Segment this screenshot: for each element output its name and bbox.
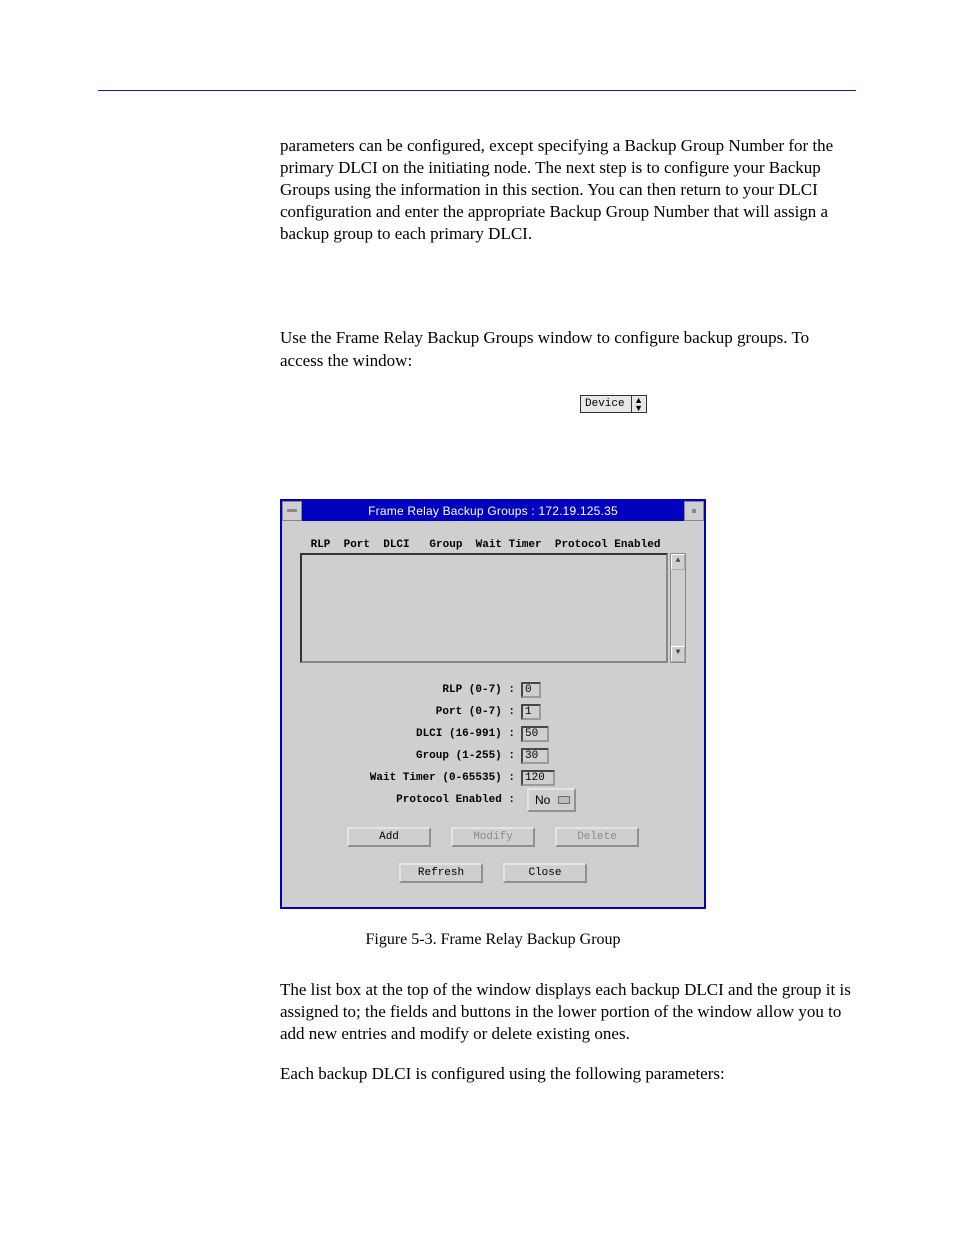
add-button[interactable]: Add	[347, 827, 431, 847]
scroll-down-icon[interactable]: ▼	[671, 646, 685, 662]
modify-button[interactable]: Modify	[451, 827, 535, 847]
menu-updown-icon: ▲▼	[632, 396, 646, 412]
dot-icon	[692, 509, 696, 513]
label-rlp: RLP (0-7) :	[300, 684, 521, 696]
body-text-block-2: The list box at the top of the window di…	[280, 979, 856, 1085]
dash-icon	[287, 509, 297, 512]
row-rlp: RLP (0-7) :	[300, 679, 686, 701]
list-columns-header: RLP Port DLCI Group Wait Timer Protocol …	[300, 537, 686, 553]
device-menu-label: Device	[581, 397, 631, 411]
paragraph-1: parameters can be configured, except spe…	[280, 135, 856, 245]
list-area: ▲ ▼	[300, 553, 686, 663]
form-area: RLP (0-7) : Port (0-7) : DLCI (16-991) :…	[300, 679, 686, 811]
select-protocol-enabled[interactable]: No	[527, 788, 576, 812]
device-button-wrap: Device ▲▼	[580, 390, 856, 413]
window-title: Frame Relay Backup Groups : 172.19.125.3…	[302, 501, 684, 521]
scroll-track[interactable]	[671, 570, 685, 646]
input-wait-timer[interactable]	[521, 770, 555, 786]
label-port: Port (0-7) :	[300, 706, 521, 718]
option-menu-icon	[558, 796, 570, 804]
row-port: Port (0-7) :	[300, 701, 686, 723]
row-wait-timer: Wait Timer (0-65535) :	[300, 767, 686, 789]
label-dlci: DLCI (16-991) :	[300, 728, 521, 740]
paragraph-2: Use the Frame Relay Backup Groups window…	[280, 327, 856, 371]
app-window: Frame Relay Backup Groups : 172.19.125.3…	[280, 499, 706, 909]
scroll-up-icon[interactable]: ▲	[671, 554, 685, 570]
sysmenu-icon[interactable]	[282, 501, 302, 521]
label-group: Group (1-255) :	[300, 750, 521, 762]
input-rlp[interactable]	[521, 682, 541, 698]
button-row-1: Add Modify Delete	[300, 827, 686, 847]
screenshot-figure: Frame Relay Backup Groups : 172.19.125.3…	[280, 499, 706, 909]
header-rule	[98, 90, 856, 91]
close-button[interactable]: Close	[503, 863, 587, 883]
spacer	[280, 263, 856, 327]
refresh-button[interactable]: Refresh	[399, 863, 483, 883]
row-group: Group (1-255) :	[300, 745, 686, 767]
paragraph-4: Each backup DLCI is configured using the…	[280, 1063, 856, 1085]
device-menu-button[interactable]: Device ▲▼	[580, 395, 647, 413]
row-protocol-enabled: Protocol Enabled : No	[300, 789, 686, 811]
window-titlebar[interactable]: Frame Relay Backup Groups : 172.19.125.3…	[282, 501, 704, 521]
backup-dlci-listbox[interactable]	[300, 553, 668, 663]
figure-caption: Figure 5-3. Frame Relay Backup Group	[280, 931, 706, 949]
delete-button[interactable]: Delete	[555, 827, 639, 847]
window-body: RLP Port DLCI Group Wait Timer Protocol …	[282, 521, 704, 907]
input-dlci[interactable]	[521, 726, 549, 742]
listbox-scrollbar[interactable]: ▲ ▼	[670, 553, 686, 663]
button-row-2: Refresh Close	[300, 863, 686, 883]
document-page: parameters can be configured, except spe…	[0, 0, 954, 1235]
resize-icon[interactable]	[684, 501, 704, 521]
input-port[interactable]	[521, 704, 541, 720]
paragraph-3: The list box at the top of the window di…	[280, 979, 856, 1045]
label-protocol-enabled: Protocol Enabled :	[300, 794, 521, 806]
row-dlci: DLCI (16-991) :	[300, 723, 686, 745]
label-wait-timer: Wait Timer (0-65535) :	[300, 772, 521, 784]
select-protocol-enabled-value: No	[535, 793, 550, 807]
body-text-block: parameters can be configured, except spe…	[280, 135, 856, 413]
input-group[interactable]	[521, 748, 549, 764]
